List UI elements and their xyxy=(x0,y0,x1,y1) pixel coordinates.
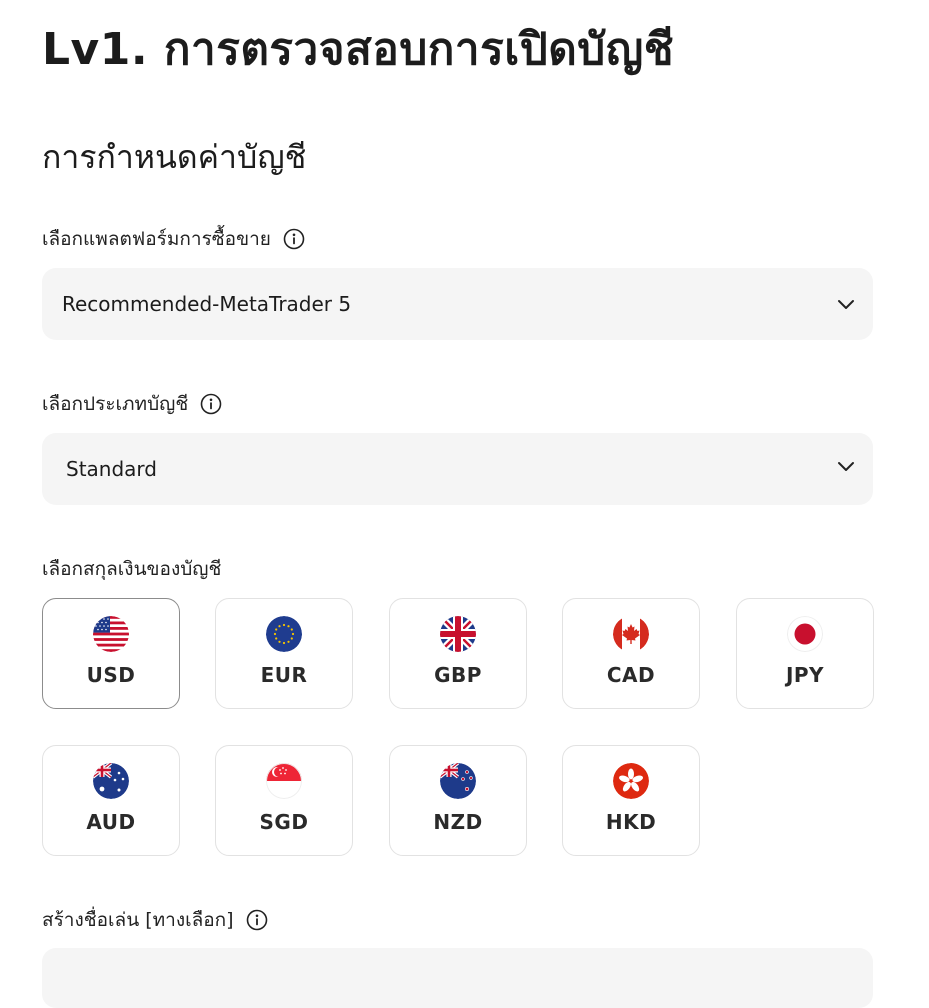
section-title: การกำหนดค่าบัญชี xyxy=(42,138,307,176)
currency-code: NZD xyxy=(433,810,483,834)
account-type-label: เลือกประเภทบัญชี xyxy=(42,389,222,419)
jp-flag-icon xyxy=(787,616,823,652)
nickname-input[interactable] xyxy=(42,948,873,1008)
currency-code: JPY xyxy=(785,663,825,687)
currency-code: CAD xyxy=(606,663,656,687)
page-title: Lv1. การตรวจสอบการเปิดบัญชี xyxy=(42,24,675,75)
currency-code: GBP xyxy=(434,663,482,687)
currency-option-nzd[interactable]: NZD xyxy=(389,745,527,856)
platform-label-text: เลือกแพลตฟอร์มการซื้อขาย xyxy=(42,228,271,250)
currency-code: HKD xyxy=(605,810,657,834)
account-type-select-value: Standard xyxy=(66,457,157,481)
chevron-down-icon xyxy=(838,462,854,471)
us-flag-icon xyxy=(93,616,129,652)
currency-label: เลือกสกุลเงินของบัญชี xyxy=(42,554,221,584)
currency-code: USD xyxy=(86,663,136,687)
info-icon[interactable] xyxy=(283,228,305,250)
nz-flag-icon xyxy=(440,763,476,799)
currency-option-sgd[interactable]: SGD xyxy=(215,745,353,856)
currency-option-jpy[interactable]: JPY xyxy=(736,598,874,709)
platform-select[interactable]: Recommended-MetaTrader 5 xyxy=(42,268,873,340)
currency-code: EUR xyxy=(260,663,308,687)
info-icon[interactable] xyxy=(200,393,222,415)
nickname-label-text: สร้างชื่อเล่น [ทางเลือก] xyxy=(42,909,234,931)
currency-option-gbp[interactable]: GBP xyxy=(389,598,527,709)
currency-option-eur[interactable]: EUR xyxy=(215,598,353,709)
gb-flag-icon xyxy=(440,616,476,652)
info-icon[interactable] xyxy=(246,909,268,931)
currency-code: SGD xyxy=(259,810,309,834)
platform-select-value: Recommended-MetaTrader 5 xyxy=(62,292,352,316)
account-type-select[interactable]: Standard xyxy=(42,433,873,505)
platform-label: เลือกแพลตฟอร์มการซื้อขาย xyxy=(42,224,305,254)
currency-option-cad[interactable]: CAD xyxy=(562,598,700,709)
nickname-label: สร้างชื่อเล่น [ทางเลือก] xyxy=(42,905,268,935)
currency-option-usd[interactable]: USD xyxy=(42,598,180,709)
hk-flag-icon xyxy=(613,763,649,799)
currency-option-aud[interactable]: AUD xyxy=(42,745,180,856)
sg-flag-icon xyxy=(266,763,302,799)
au-flag-icon xyxy=(93,763,129,799)
chevron-down-icon xyxy=(838,300,854,309)
account-type-label-text: เลือกประเภทบัญชี xyxy=(42,393,189,415)
currency-option-hkd[interactable]: HKD xyxy=(562,745,700,856)
eu-flag-icon xyxy=(266,616,302,652)
currency-label-text: เลือกสกุลเงินของบัญชี xyxy=(42,558,222,580)
ca-flag-icon xyxy=(613,616,649,652)
currency-code: AUD xyxy=(86,810,136,834)
